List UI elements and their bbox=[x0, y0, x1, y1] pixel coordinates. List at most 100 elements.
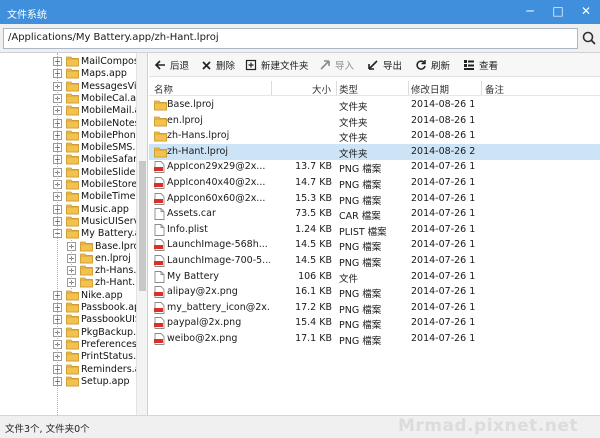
tree-item-label: Maps.app bbox=[81, 68, 127, 80]
minimize-button[interactable]: ─ bbox=[516, 0, 544, 24]
file-row[interactable]: My Battery 106 KB 文件 2014-07-26 1 bbox=[149, 269, 600, 285]
path-input[interactable]: /Applications/My Battery.app/zh-Hant.lpr… bbox=[3, 28, 578, 49]
tree-item[interactable]: + PkgBackup.a bbox=[0, 326, 142, 339]
tree-item[interactable]: + MobileStore. bbox=[0, 178, 140, 191]
tree-item[interactable]: + MobileCal.ap bbox=[0, 92, 142, 105]
import-button[interactable]: 导入 bbox=[319, 57, 354, 73]
tree-item[interactable]: + MobileTimer bbox=[0, 190, 139, 203]
toolbar: 后退 删除 新建文件夹 导入 导出 刷新 查看 bbox=[149, 53, 600, 77]
file-type: 文件夹 bbox=[339, 117, 368, 129]
file-row[interactable]: Info.plist 1.24 KB PLIST 檔案 2014-07-26 1 bbox=[149, 222, 600, 238]
image-file-icon bbox=[154, 161, 165, 174]
tree-item-label: zh-Hant.l bbox=[95, 277, 138, 289]
tree-item[interactable]: + MobilePhone bbox=[0, 129, 142, 142]
file-name: Info.plist bbox=[167, 223, 208, 235]
file-name: LaunchImage-700-5... bbox=[167, 255, 270, 266]
tree-item[interactable]: + Nike.app bbox=[0, 289, 136, 302]
file-row[interactable]: alipay@2x.png 16.1 KB PNG 檔案 2014-07-26 1 bbox=[149, 284, 600, 300]
column-modified[interactable]: 修改日期 bbox=[411, 82, 449, 96]
column-divider[interactable] bbox=[336, 81, 337, 95]
search-icon[interactable] bbox=[580, 28, 598, 49]
file-modified: 2014-07-26 1 bbox=[411, 208, 476, 220]
folder-icon bbox=[154, 115, 167, 127]
column-divider[interactable] bbox=[481, 81, 482, 95]
tree-item[interactable]: + MobileSMS.a bbox=[0, 141, 141, 154]
file-row[interactable]: zh-Hant.lproj 文件夹 2014-08-26 2 bbox=[149, 143, 600, 160]
file-type: PNG 檔案 bbox=[339, 195, 382, 207]
file-row[interactable]: paypal@2x.png 15.4 KB PNG 檔案 2014-07-26 1 bbox=[149, 315, 600, 331]
tree-item[interactable]: + Base.lpro bbox=[0, 240, 139, 253]
tree-item[interactable]: + PassbookUIS bbox=[0, 313, 141, 326]
tree-item[interactable]: + Reminders.ap bbox=[0, 363, 147, 376]
new-folder-label: 新建文件夹 bbox=[261, 61, 309, 72]
tree-item[interactable]: + Setup.app bbox=[0, 375, 136, 388]
folder-icon bbox=[66, 338, 79, 350]
tree-item[interactable]: + MobileSlideS bbox=[0, 166, 141, 179]
file-row[interactable]: my_battery_icon@2x... 17.2 KB PNG 檔案 2014-0… bbox=[149, 300, 600, 316]
close-button[interactable]: ✕ bbox=[572, 0, 600, 24]
tree-item[interactable]: − My Battery.ap bbox=[0, 227, 147, 240]
tree-item-label: MobilePhone bbox=[81, 129, 142, 141]
tree-item-label: Nike.app bbox=[81, 289, 123, 301]
tree-item[interactable]: + Passbook.app bbox=[0, 301, 146, 314]
refresh-label: 刷新 bbox=[431, 61, 451, 72]
refresh-button[interactable]: 刷新 bbox=[415, 57, 450, 73]
file-type: PNG 檔案 bbox=[339, 258, 382, 269]
file-modified: 2014-07-26 1 bbox=[411, 239, 476, 251]
file-row[interactable]: Assets.car 73.5 KB CAR 檔案 2014-07-26 1 bbox=[149, 206, 600, 222]
column-divider[interactable] bbox=[408, 81, 409, 95]
folder-icon bbox=[66, 55, 79, 67]
folder-icon bbox=[66, 67, 79, 79]
tree-item[interactable]: + MusicUIServi bbox=[0, 215, 142, 228]
tree-item[interactable]: + PrintStatus.ap bbox=[0, 350, 147, 363]
tree-item[interactable]: + MobileSafari bbox=[0, 153, 140, 166]
file-row[interactable]: AppIcon60x60@2x... 15.3 KB PNG 檔案 2014-07-2… bbox=[149, 191, 600, 207]
file-size: 17.2 KB bbox=[295, 301, 332, 313]
view-button[interactable]: 查看 bbox=[463, 57, 498, 73]
file-size: 73.5 KB bbox=[295, 208, 332, 220]
export-button[interactable]: 导出 bbox=[367, 57, 402, 73]
file-modified: 2014-08-26 2 bbox=[411, 145, 476, 157]
new-folder-button[interactable]: 新建文件夹 bbox=[245, 57, 309, 73]
watermark: Mrmad.pixnet.net bbox=[397, 416, 578, 436]
column-type[interactable]: 类型 bbox=[339, 82, 358, 96]
column-notes[interactable]: 备注 bbox=[485, 82, 504, 96]
tree-item[interactable]: + Maps.app bbox=[0, 67, 136, 80]
tree-item[interactable]: + zh-Hant.l bbox=[0, 276, 138, 289]
tree-item[interactable]: + MobileNotes bbox=[0, 117, 140, 130]
file-row[interactable]: AppIcon40x40@2x... 14.7 KB PNG 檔案 2014-07-2… bbox=[149, 175, 600, 191]
file-row[interactable]: LaunchImage-700-5... 14.5 KB PNG 檔案 2014-07… bbox=[149, 253, 600, 269]
file-row[interactable]: LaunchImage-568h... 14.5 KB PNG 檔案 2014-07-… bbox=[149, 237, 600, 253]
column-divider[interactable] bbox=[271, 81, 272, 95]
file-row[interactable]: zh-Hans.lproj 文件夹 2014-08-26 1 bbox=[149, 128, 600, 144]
maximize-button[interactable]: □ bbox=[544, 0, 572, 24]
file-size: 17.1 KB bbox=[295, 333, 332, 344]
tree-item[interactable]: + Music.app bbox=[0, 203, 136, 216]
file-row[interactable]: AppIcon29x29@2x... 13.7 KB PNG 檔案 2014-07-2… bbox=[149, 159, 600, 175]
tree-item[interactable]: + MobileMail.a bbox=[0, 104, 140, 117]
file-name: paypal@2x.png bbox=[167, 317, 242, 329]
tree-item[interactable]: + MessagesVie bbox=[0, 80, 142, 93]
tree-item[interactable]: + Preferences.a bbox=[0, 338, 146, 351]
tree-scrollbar[interactable] bbox=[136, 53, 147, 415]
delete-button[interactable]: 删除 bbox=[201, 57, 235, 73]
file-type: PNG 檔案 bbox=[339, 180, 382, 191]
file-row[interactable]: en.lproj 文件夹 2014-08-26 1 bbox=[149, 113, 600, 129]
column-size[interactable]: 大小 bbox=[312, 82, 331, 96]
file-type: PNG 檔案 bbox=[339, 320, 382, 332]
file-row[interactable]: weibo@2x.png 17.1 KB PNG 檔案 2014-07-26 1 bbox=[149, 331, 600, 347]
tree-item[interactable]: + zh-Hans.l bbox=[0, 264, 139, 277]
tree-item[interactable]: + MailCompos bbox=[0, 55, 139, 68]
folder-icon bbox=[66, 289, 79, 301]
file-size: 13.7 KB bbox=[295, 161, 332, 173]
file-name: Base.lproj bbox=[167, 99, 214, 110]
folder-icon bbox=[66, 215, 79, 227]
column-name[interactable]: 名称 bbox=[154, 82, 173, 96]
tree-item-label: MailCompos bbox=[81, 56, 139, 67]
file-row[interactable]: Base.lproj 文件夹 2014-08-26 1 bbox=[149, 97, 600, 113]
tree-item[interactable]: + en.lproj bbox=[0, 252, 136, 265]
file-name: my_battery_icon@2x... bbox=[167, 301, 270, 313]
tree-scrollbar-thumb[interactable] bbox=[139, 161, 146, 291]
back-button[interactable]: 后退 bbox=[154, 57, 189, 73]
file-type: PNG 檔案 bbox=[339, 242, 382, 254]
